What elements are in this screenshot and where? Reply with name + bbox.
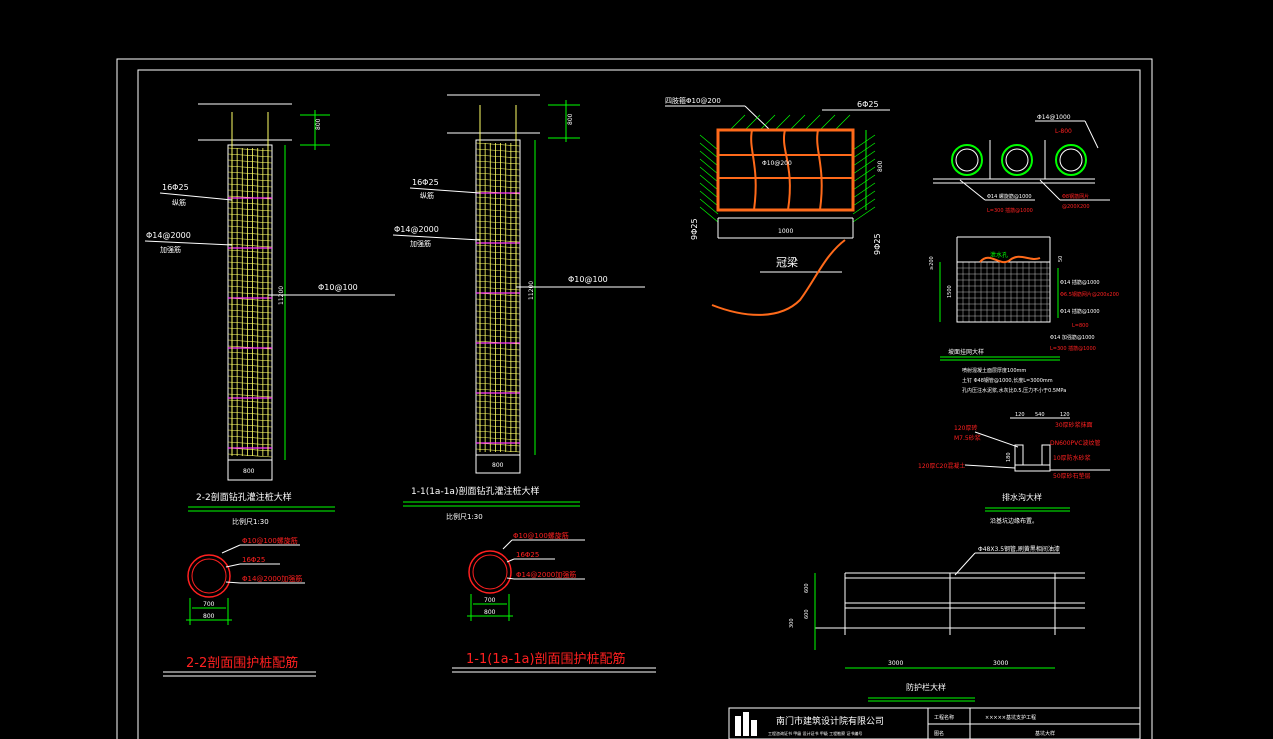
fence-detail: Φ48X3.5钢管,刷黄黑相间油漆 600 600 300 3000 3000 … <box>789 545 1085 702</box>
dd-a: 120 <box>1015 412 1025 418</box>
cb-height: 800 <box>877 160 884 172</box>
left-pile-elevation: 800 11200 800 16Φ25 纵筋 Φ14@2000 加强筋 Φ10@… <box>144 103 395 526</box>
ls-l3: Φ14@2000加强筋 <box>242 574 302 583</box>
cb-width: 1000 <box>778 228 793 235</box>
cb-label-left: 9Φ25 <box>690 218 699 240</box>
dd-c: 120 <box>1060 412 1070 418</box>
mp-label-hoop: Φ14@2000 <box>394 225 439 234</box>
sl-n1: 喷射混凝土面层厚度100mm <box>962 367 1026 374</box>
fence-s1: 3000 <box>888 660 903 667</box>
lp-label-hoop-sub: 加强筋 <box>160 245 181 254</box>
mp-label-main-sub: 纵筋 <box>420 191 434 200</box>
fence-h1: 600 <box>804 583 810 593</box>
sl-dim-l: ≥200 <box>929 256 935 270</box>
cb-title: 冠梁 <box>776 255 798 269</box>
sl-n2: 土钉 Φ48钢管@1000,长度L=3000mm <box>962 377 1053 384</box>
mp-title: 1-1(1a-1a)剖面钻孔灌注桩大样 <box>411 485 539 497</box>
lp-label-hoop: Φ14@2000 <box>146 231 191 240</box>
sl-dim-r: 50 <box>1058 256 1064 262</box>
ms-d2: 800 <box>484 609 496 616</box>
cb-label-center: Φ10@200 <box>762 160 792 167</box>
dd-note: 沿基坑边缘布置。 <box>990 517 1038 525</box>
pipes-label-l: L-800 <box>1055 128 1072 135</box>
dd-title: 排水沟大样 <box>1002 492 1042 502</box>
sl-n3: 孔内压注水泥浆,水灰比0.5,压力不小于0.5MPa <box>962 387 1066 394</box>
dd-r3: 10厚防水砂浆 <box>1053 454 1091 462</box>
lp-subtitle: 比例尺1:30 <box>232 517 269 526</box>
sl-r4: L=800 <box>1072 323 1089 329</box>
pipes-label-c: Φ8钢筋网片 <box>1062 193 1089 200</box>
tb-drawing-value: 基坑大样 <box>1035 730 1055 737</box>
dd-r4: 50厚砂石垫层 <box>1053 472 1091 480</box>
sl-r6: L=300 插筋@1000 <box>1050 345 1096 352</box>
ms-d1: 700 <box>484 597 496 604</box>
dd-r1: 30厚砂浆抹面 <box>1055 421 1093 429</box>
tb-project-value: ×××××基坑支护工程 <box>985 714 1036 721</box>
pipes-label-a: Φ14 螺旋筋@1000 <box>987 193 1032 200</box>
drain-ditch-detail: 120 540 120 180 120厚砖 M7.5砂浆 120厚C20混凝土 … <box>918 412 1110 525</box>
sl-r3: Φ14 插筋@1000 <box>1060 308 1100 315</box>
tb-project-label: 工程名称 <box>934 714 954 721</box>
company-name: 南门市建筑设计院有限公司 <box>776 715 884 727</box>
cb-label-top: 6Φ25 <box>857 100 879 109</box>
pipes-label-b: L=300 插筋@1000 <box>987 207 1033 214</box>
lp-label-main-sub: 纵筋 <box>172 198 186 207</box>
ms-l3: Φ14@2000加强筋 <box>516 570 576 579</box>
lp-label-spiral: Φ10@100 <box>318 283 358 292</box>
mp-subtitle: 比例尺1:30 <box>446 512 483 521</box>
ls-l2: 16Φ25 <box>242 556 265 564</box>
ls-l1: Φ10@100螺旋筋 <box>242 536 298 545</box>
sl-dim-v: 1500 <box>947 285 953 298</box>
dd-l2: M7.5砂浆 <box>954 434 981 442</box>
cb-label-right: 9Φ25 <box>873 233 882 255</box>
company-sub: 工程咨询证书 甲级 设计证书 甲级 工程勘察 证书编号 <box>768 730 862 736</box>
pipes-label-d: @200X200 <box>1062 204 1090 210</box>
lp-title: 2-2剖面钻孔灌注桩大样 <box>196 491 292 503</box>
lp-dim-top: 800 <box>315 118 322 130</box>
ls-title: 2-2剖面围护桩配筋 <box>186 655 298 671</box>
sl-r1: Φ14 插筋@1000 <box>1060 279 1100 286</box>
slope-mesh-detail: 泄水孔 ≥200 1500 50 Φ14 插筋@1000 Φ6.5钢筋网片@20… <box>929 236 1119 394</box>
mp-label-hoop-sub: 加强筋 <box>410 239 431 248</box>
mp-label-spiral: Φ10@100 <box>568 275 608 284</box>
fence-h3: 300 <box>789 618 795 628</box>
mp-dim-width: 800 <box>492 462 504 469</box>
ls-d2: 800 <box>203 613 215 620</box>
tb-drawing-label: 图名 <box>934 730 944 737</box>
fence-label: Φ48X3.5钢管,刷黄黑相间油漆 <box>978 545 1060 553</box>
dd-b: 540 <box>1035 412 1045 418</box>
mp-label-main: 16Φ25 <box>412 178 439 187</box>
company-logo <box>735 712 757 736</box>
pipes-detail: Φ14@1000 L-800 Φ14 螺旋筋@1000 L=300 插筋@100… <box>933 114 1110 214</box>
sl-title: 坡面挂网大样 <box>948 348 984 356</box>
mid-pile-elevation: 800 11200 800 16Φ25 纵筋 Φ14@2000 加强筋 Φ10@… <box>392 94 645 521</box>
title-block: 南门市建筑设计院有限公司 工程咨询证书 甲级 设计证书 甲级 工程勘察 证书编号… <box>728 707 1141 739</box>
lp-label-main: 16Φ25 <box>162 183 189 192</box>
sl-r5: Φ14 加强筋@1000 <box>1050 334 1095 341</box>
left-section-detail: Φ10@100螺旋筋 16Φ25 Φ14@2000加强筋 700 800 2-2… <box>163 536 316 677</box>
cb-label-stirrup: 四肢箍Φ10@200 <box>665 96 721 105</box>
mp-dim-height: 11200 <box>528 281 535 300</box>
ms-l2: 16Φ25 <box>516 551 539 559</box>
ls-d1: 700 <box>203 601 215 608</box>
mid-section-detail: Φ10@100螺旋筋 16Φ25 Φ14@2000加强筋 700 800 1-1… <box>452 531 656 673</box>
dd-l1: 120厚砖 <box>954 424 977 432</box>
cad-drawing-canvas[interactable]: 800 11200 800 16Φ25 纵筋 Φ14@2000 加强筋 Φ10@… <box>0 0 1273 739</box>
dd-r2: DN600PVC波纹管 <box>1050 439 1100 447</box>
fence-title: 防护栏大样 <box>906 682 946 692</box>
dd-l3: 120厚C20混凝土 <box>918 462 965 470</box>
dd-h: 180 <box>1006 452 1012 462</box>
ms-l1: Φ10@100螺旋筋 <box>513 531 569 540</box>
cap-beam-detail: 四肢箍Φ10@200 6Φ25 Φ10@200 1000 800 9Φ25 9Φ… <box>665 96 890 316</box>
sl-t1: 泄水孔 <box>990 251 1008 259</box>
sl-r2: Φ6.5钢筋网片@200x200 <box>1060 291 1119 298</box>
ms-title: 1-1(1a-1a)剖面围护桩配筋 <box>466 651 626 667</box>
fence-s2: 3000 <box>993 660 1008 667</box>
fence-h2: 600 <box>804 609 810 619</box>
mp-dim-top: 800 <box>567 113 574 125</box>
lp-dim-width: 800 <box>243 468 255 475</box>
pipes-label-top: Φ14@1000 <box>1037 114 1071 121</box>
